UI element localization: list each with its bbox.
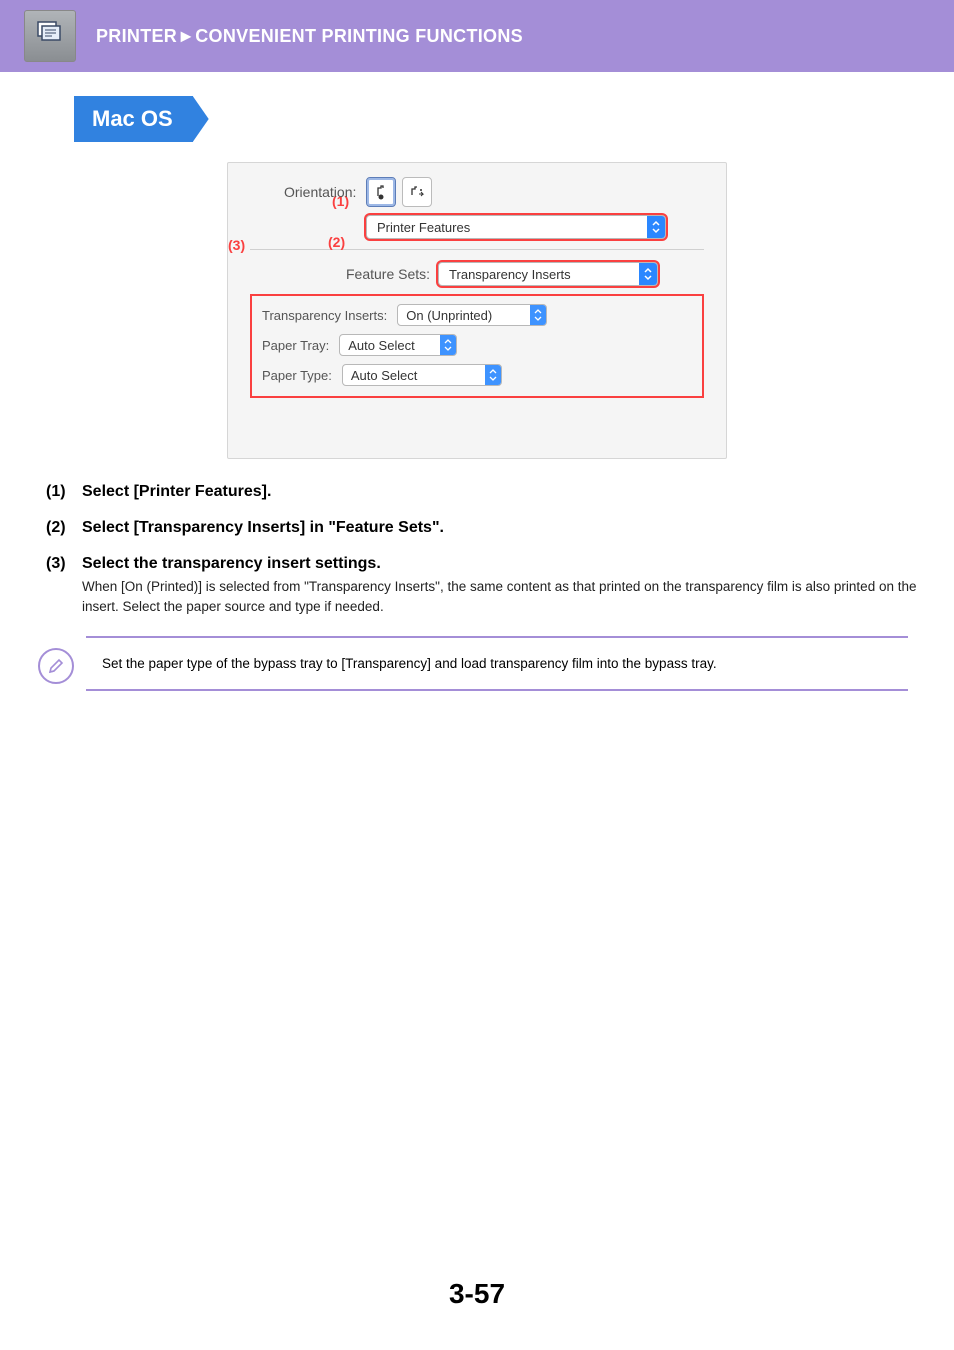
dialog-screenshot: (1) (2) (3) Orientation: Printer Feature…	[227, 162, 727, 459]
feature-sets-value: Transparency Inserts	[449, 267, 639, 282]
breadcrumb: PRINTER►CONVENIENT PRINTING FUNCTIONS	[96, 26, 523, 47]
feature-sets-label: Feature Sets:	[346, 266, 430, 282]
breadcrumb-sub: CONVENIENT PRINTING FUNCTIONS	[195, 26, 523, 46]
divider	[250, 249, 704, 250]
instruction-list: (1) Select [Printer Features]. (2) Selec…	[46, 483, 918, 616]
callout-2: (2)	[328, 234, 345, 250]
paper-type-value: Auto Select	[351, 368, 485, 383]
orientation-landscape-button[interactable]	[402, 177, 432, 207]
breadcrumb-sep: ►	[177, 26, 195, 46]
transparency-inserts-value: On (Unprinted)	[406, 308, 530, 323]
main-panel-select[interactable]: Printer Features	[366, 215, 666, 239]
breadcrumb-section: PRINTER	[96, 26, 177, 46]
paper-tray-label: Paper Tray:	[262, 338, 329, 353]
paper-tray-select[interactable]: Auto Select	[339, 334, 457, 356]
transparency-inserts-label: Transparency Inserts:	[262, 308, 387, 323]
step-title: Select the transparency insert settings.	[82, 555, 918, 573]
note-callout: Set the paper type of the bypass tray to…	[86, 636, 908, 691]
paper-tray-value: Auto Select	[348, 338, 440, 353]
list-item: (3) Select the transparency insert setti…	[46, 555, 918, 616]
chevron-updown-icon	[647, 216, 665, 238]
chevron-updown-icon	[530, 305, 546, 325]
chevron-updown-icon	[485, 365, 501, 385]
transparency-inserts-select[interactable]: On (Unprinted)	[397, 304, 547, 326]
orientation-label: Orientation:	[284, 184, 356, 200]
list-item: (2) Select [Transparency Inserts] in "Fe…	[46, 519, 918, 541]
list-item: (1) Select [Printer Features].	[46, 483, 918, 505]
paper-type-label: Paper Type:	[262, 368, 332, 383]
printer-icon	[24, 10, 76, 62]
chevron-updown-icon	[639, 263, 657, 285]
orientation-portrait-button[interactable]	[366, 177, 396, 207]
os-heading: Mac OS	[74, 96, 193, 142]
step-number: (1)	[46, 483, 82, 505]
note-text: Set the paper type of the bypass tray to…	[102, 656, 717, 671]
page-number: 3-57	[0, 1278, 954, 1310]
feature-sets-select[interactable]: Transparency Inserts	[438, 262, 658, 286]
step-number: (3)	[46, 555, 82, 616]
settings-group: Transparency Inserts: On (Unprinted) Pap…	[250, 294, 704, 398]
page-header: PRINTER►CONVENIENT PRINTING FUNCTIONS	[0, 0, 954, 72]
step-description: When [On (Printed)] is selected from "Tr…	[82, 577, 918, 616]
paper-type-select[interactable]: Auto Select	[342, 364, 502, 386]
chevron-updown-icon	[440, 335, 456, 355]
main-panel-select-label: Printer Features	[377, 220, 647, 235]
step-number: (2)	[46, 519, 82, 541]
step-title: Select [Transparency Inserts] in "Featur…	[82, 519, 918, 537]
step-title: Select [Printer Features].	[82, 483, 918, 501]
callout-3: (3)	[228, 237, 245, 253]
pencil-note-icon	[38, 648, 74, 684]
